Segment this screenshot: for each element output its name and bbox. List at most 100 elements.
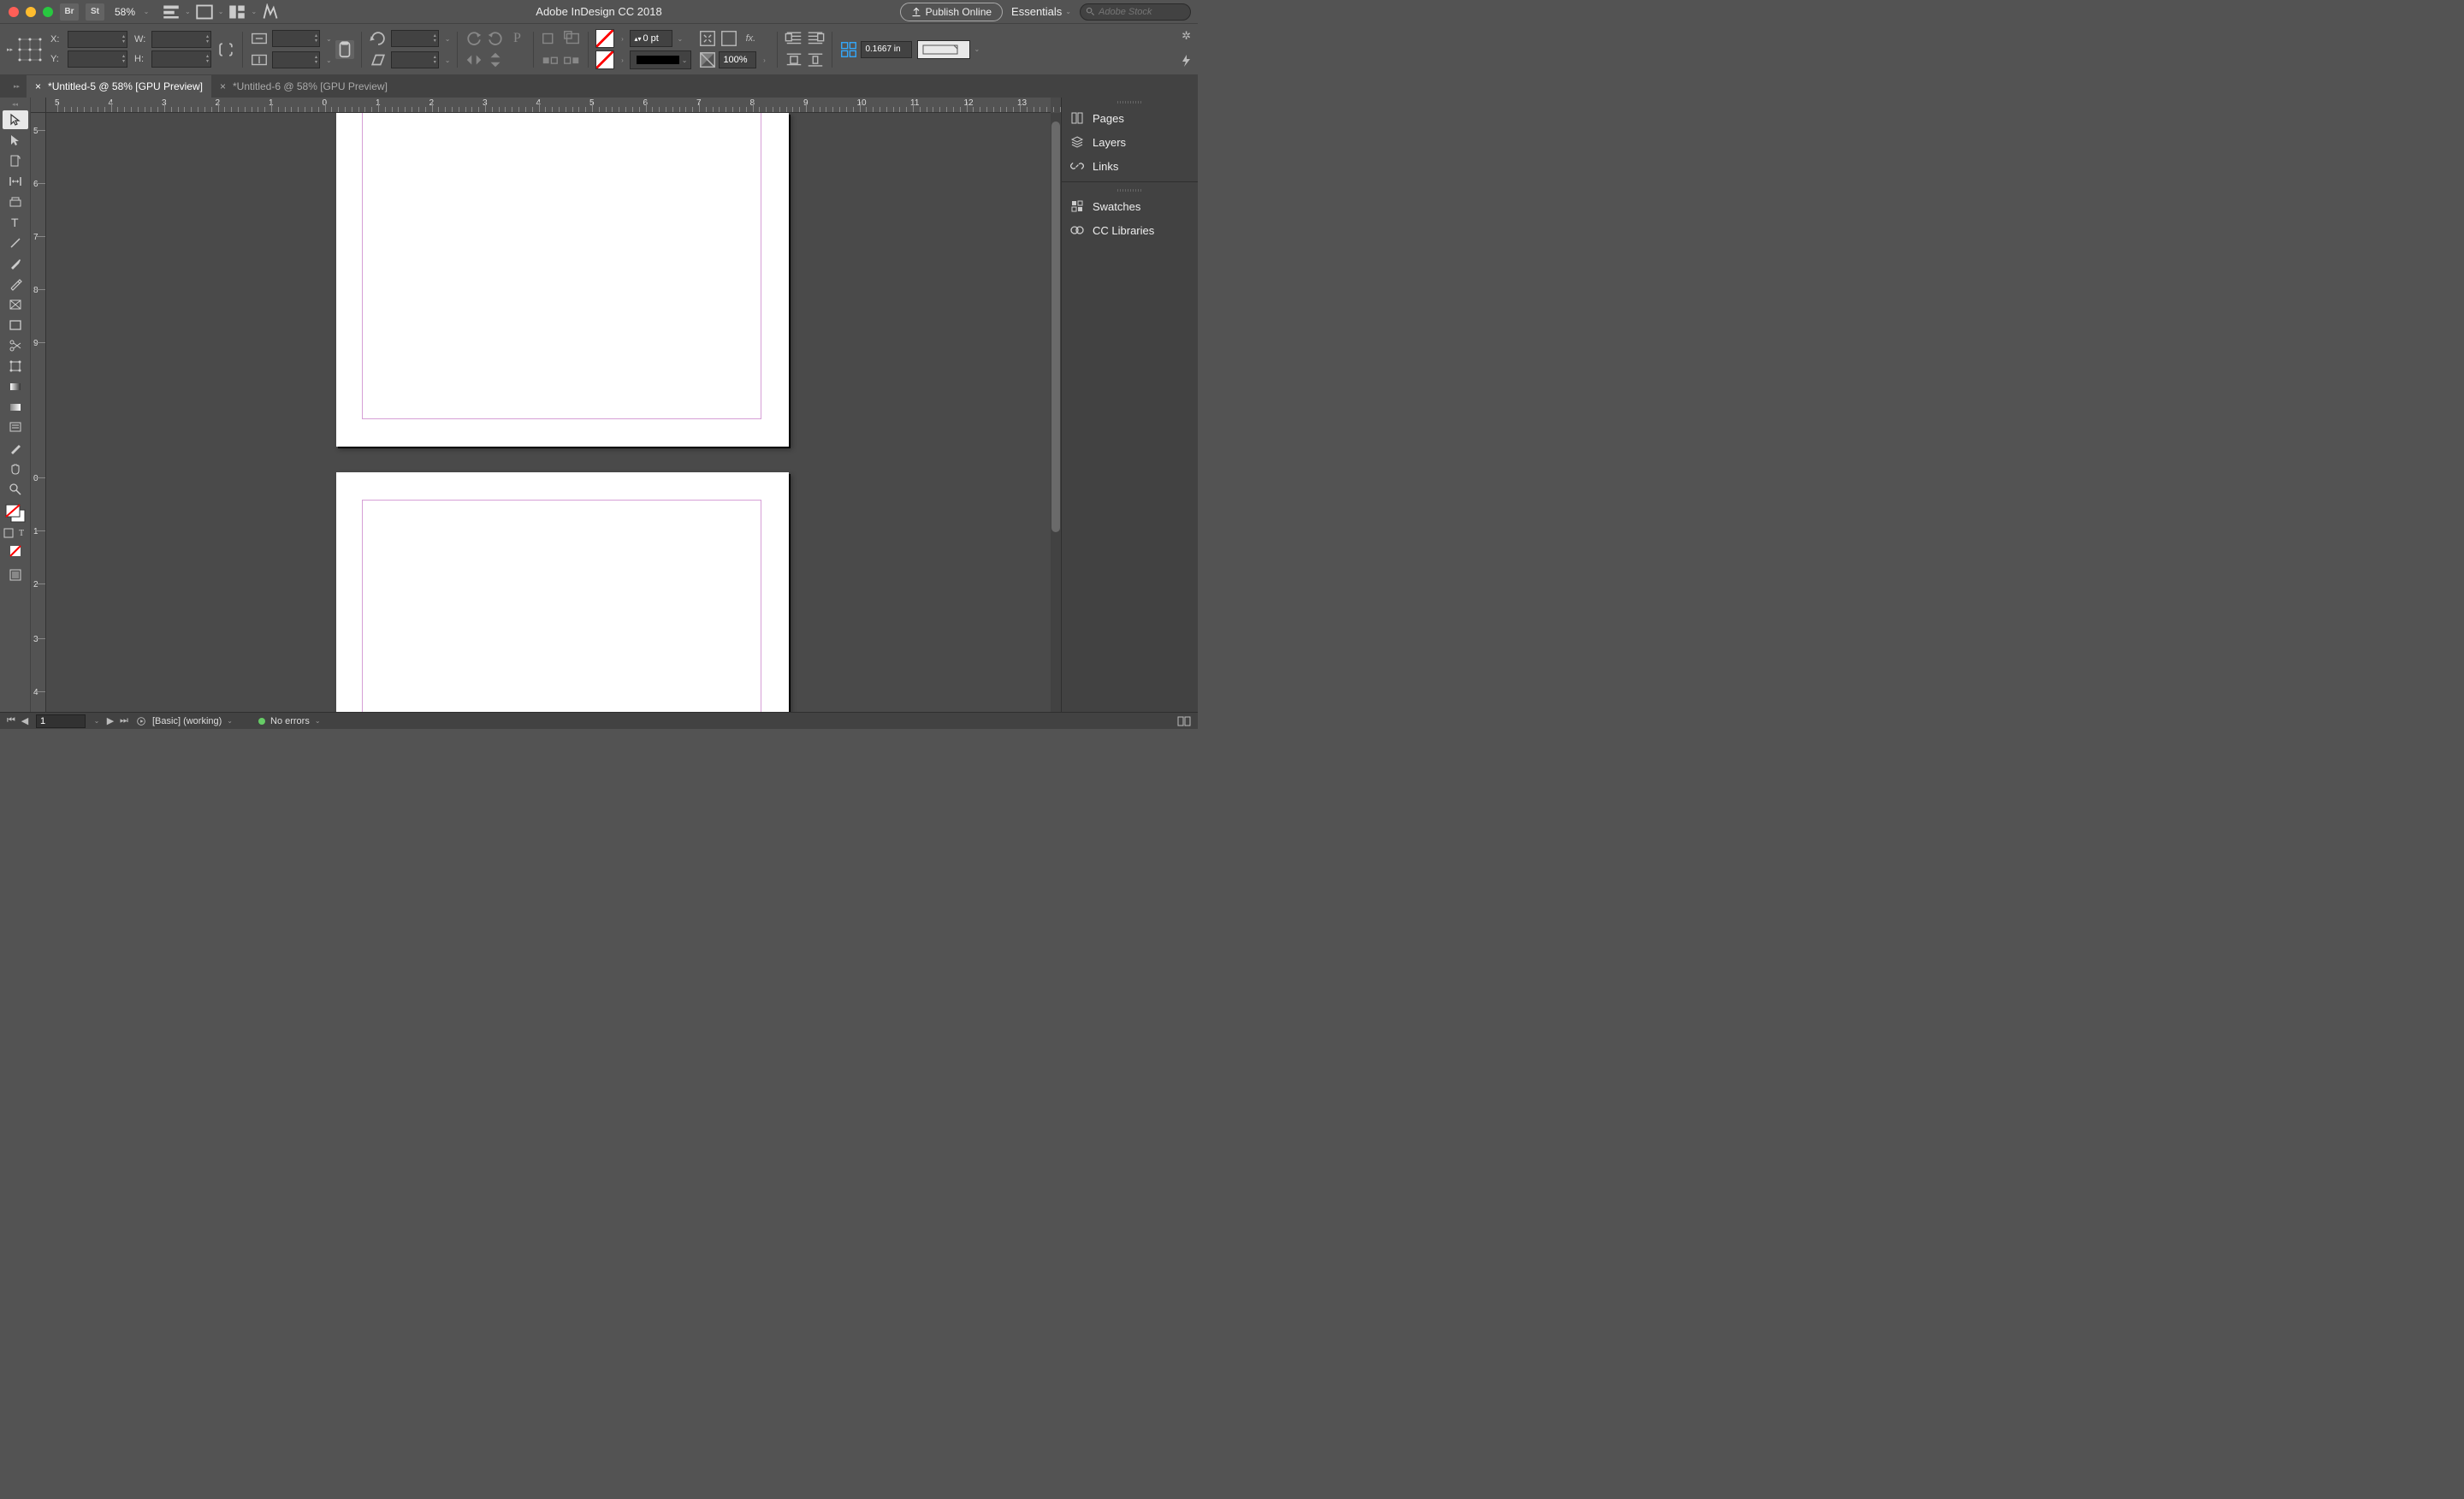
corner-options-dropdown[interactable]	[917, 40, 970, 59]
text-wrap-jump-icon[interactable]	[806, 50, 825, 69]
shear-input[interactable]: ▴▾	[391, 51, 439, 68]
panel-grip[interactable]	[1062, 186, 1198, 194]
scissors-tool[interactable]	[3, 336, 28, 355]
rotate-input[interactable]: ▴▾	[391, 30, 439, 47]
stroke-style-dropdown[interactable]: ⌄	[630, 50, 691, 69]
grid-toggle-icon[interactable]	[839, 40, 858, 59]
zoom-tool[interactable]	[3, 480, 28, 499]
errors-dd[interactable]: ⌄	[315, 717, 321, 725]
apply-color-icon[interactable]	[3, 542, 28, 560]
zoom-dropdown[interactable]: ⌄	[140, 6, 152, 18]
gradient-feather-tool[interactable]	[3, 398, 28, 417]
maximize-window-button[interactable]	[43, 7, 53, 17]
selection-tool[interactable]	[3, 110, 28, 129]
scale-y-input[interactable]: ▴▾	[272, 51, 320, 68]
opacity-input[interactable]: 100%	[719, 51, 756, 68]
view-mode-icon[interactable]	[3, 566, 28, 584]
scale-x-input[interactable]: ▴▾	[272, 30, 320, 47]
x-input[interactable]: ▴▾	[68, 31, 127, 48]
preflight-dd[interactable]: ⌄	[227, 717, 233, 725]
stock-search[interactable]	[1080, 3, 1191, 21]
close-window-button[interactable]	[9, 7, 19, 17]
rectangle-tool[interactable]	[3, 316, 28, 335]
view-options-icon[interactable]	[163, 3, 180, 21]
type-tool[interactable]: T	[3, 213, 28, 232]
text-wrap-left-icon[interactable]	[785, 29, 803, 48]
line-tool[interactable]	[3, 234, 28, 252]
panel-grip[interactable]	[1062, 98, 1198, 106]
text-wrap-around-icon[interactable]	[785, 50, 803, 69]
document-tab-2[interactable]: × *Untitled-6 @ 58% [GPU Preview]	[211, 75, 396, 98]
panel-settings-icon[interactable]: ✲	[1182, 29, 1191, 43]
gradient-swatch-tool[interactable]	[3, 377, 28, 396]
rectangle-frame-tool[interactable]	[3, 295, 28, 314]
direct-selection-tool[interactable]	[3, 131, 28, 150]
tools-toggle-icon[interactable]: ◂◂	[12, 101, 18, 110]
panel-links[interactable]: Links	[1062, 154, 1198, 178]
fill-stroke-swatch[interactable]	[3, 503, 28, 525]
fill-swatch[interactable]	[595, 29, 614, 48]
pages-view[interactable]	[46, 113, 1051, 712]
free-transform-tool[interactable]	[3, 357, 28, 376]
gpu-icon[interactable]	[262, 3, 279, 21]
gap-tool[interactable]	[3, 172, 28, 191]
panel-layers[interactable]: Layers	[1062, 130, 1198, 154]
y-input[interactable]: ▴▾	[68, 50, 127, 68]
preflight-profile[interactable]: [Basic] (working)	[152, 716, 222, 726]
quick-apply-icon[interactable]	[1181, 55, 1191, 69]
page-dd[interactable]: ⌄	[91, 715, 103, 727]
page-tool[interactable]	[3, 151, 28, 170]
close-tab-icon[interactable]: ×	[220, 80, 226, 92]
fill-dd[interactable]: ›	[616, 29, 628, 48]
stroke-swatch[interactable]	[595, 50, 614, 69]
arrange-icon[interactable]	[228, 3, 246, 21]
stock-search-input[interactable]	[1099, 7, 1184, 17]
scrollbar-thumb[interactable]	[1051, 121, 1060, 532]
fit-content-icon[interactable]	[698, 29, 717, 48]
panel-toggle-icon[interactable]: ▸▸	[7, 46, 13, 53]
publish-online-button[interactable]: Publish Online	[900, 3, 1003, 21]
fit-frame-icon[interactable]	[720, 29, 738, 48]
rotate-cw-icon[interactable]	[486, 29, 505, 48]
note-tool[interactable]	[3, 418, 28, 437]
open-nav-icon[interactable]	[135, 715, 147, 727]
panel-cc-libraries[interactable]: CC Libraries	[1062, 218, 1198, 242]
select-next-icon[interactable]	[562, 50, 581, 69]
horizontal-ruler[interactable]: 54321012345678910111213	[46, 98, 1051, 113]
stock-button[interactable]: St	[86, 3, 104, 21]
panel-swatches[interactable]: Swatches	[1062, 194, 1198, 218]
eyedropper-tool[interactable]	[3, 439, 28, 458]
stroke-dd[interactable]: ›	[616, 50, 628, 69]
page-spread-1[interactable]	[336, 113, 789, 447]
vertical-scrollbar[interactable]	[1051, 113, 1061, 712]
page-number-input[interactable]	[36, 714, 86, 728]
select-content-icon[interactable]	[562, 29, 581, 48]
formatting-affects[interactable]: T	[3, 525, 28, 541]
text-wrap-right-icon[interactable]	[806, 29, 825, 48]
ruler-origin[interactable]	[31, 98, 46, 113]
select-container-icon[interactable]	[541, 29, 560, 48]
grid-value-input[interactable]: 0.1667 in	[861, 41, 912, 58]
h-input[interactable]: ▴▾	[151, 50, 211, 68]
last-page-button[interactable]: ⏭	[118, 715, 130, 727]
flip-v-icon[interactable]	[486, 50, 505, 69]
screen-mode-icon[interactable]	[196, 3, 213, 21]
prev-page-button[interactable]: ◀	[19, 715, 31, 727]
canvas-area[interactable]: 54321012345678910111213 5678901234	[31, 98, 1061, 712]
panel-pages[interactable]: Pages	[1062, 106, 1198, 130]
next-page-button[interactable]: ▶	[104, 715, 116, 727]
hand-tool[interactable]	[3, 459, 28, 478]
w-input[interactable]: ▴▾	[151, 31, 211, 48]
preflight-errors[interactable]: No errors	[270, 716, 310, 726]
tabbar-toggle-icon[interactable]: ▸▸	[14, 83, 20, 90]
reference-point-grid[interactable]	[18, 38, 42, 62]
document-tab-1[interactable]: × *Untitled-5 @ 58% [GPU Preview]	[27, 75, 211, 98]
stroke-weight-input[interactable]: ▴▾0 pt	[630, 30, 672, 47]
page-spread-2[interactable]	[336, 472, 789, 712]
first-page-button[interactable]: ⏮	[5, 715, 17, 727]
opacity-dd[interactable]: ›	[758, 50, 770, 69]
minimize-window-button[interactable]	[26, 7, 36, 17]
select-prev-icon[interactable]	[541, 50, 560, 69]
content-collector-tool[interactable]	[3, 193, 28, 211]
rotate-ccw-icon[interactable]	[465, 29, 483, 48]
